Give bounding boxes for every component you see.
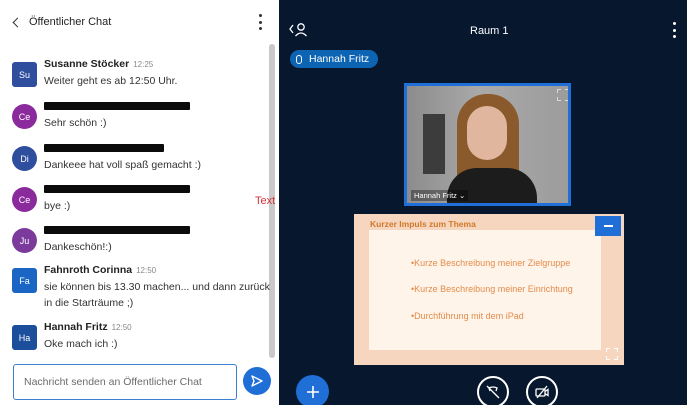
message-text: Oke mach ich :) (44, 338, 118, 350)
slide-bullet: •Kurze Beschreibung meiner Einrichtung (411, 284, 573, 294)
plus-icon (306, 385, 319, 398)
message-text: Dankeschön!:) (44, 241, 112, 253)
slide-content: •Kurze Beschreibung meiner Zielgruppe •K… (369, 230, 601, 350)
chat-header: Öffentlicher Chat (0, 0, 279, 44)
expand-icon[interactable] (557, 89, 568, 101)
send-button[interactable] (243, 367, 271, 395)
chevron-left-icon (12, 17, 23, 27)
talking-name: Hannah Fritz (309, 53, 370, 65)
redacted-author (44, 226, 190, 234)
video-person-face (467, 106, 507, 160)
chat-message: Ha Hannah Fritz 12:50 Oke mach ich :) (0, 321, 268, 361)
expand-icon[interactable] (606, 348, 618, 360)
annotation-text: Text (255, 195, 276, 207)
message-author: Fahnroth Corinna 12:50 (44, 264, 157, 276)
microphone-icon (296, 54, 302, 64)
avatar: Ha (12, 325, 37, 350)
minimize-presentation-button[interactable] (595, 216, 621, 236)
avatar: Ju (12, 228, 37, 253)
chat-panel: Öffentlicher Chat Su Susanne Stöcker 12:2… (0, 0, 279, 405)
camera-button[interactable] (526, 376, 558, 405)
actions-plus-button[interactable] (296, 375, 329, 405)
minimize-icon (603, 225, 613, 227)
meeting-area: Raum 1 Hannah Fritz Hannah Fritz ⌄ •Kurz… (279, 0, 687, 405)
redacted-author (44, 185, 190, 193)
message-text: sie können bis 13.30 machen... und dann … (44, 281, 270, 309)
slide-bullet: •Kurze Beschreibung meiner Zielgruppe (411, 258, 571, 268)
message-time: 12:50 (136, 266, 157, 275)
webcam-video[interactable]: Hannah Fritz ⌄ (404, 83, 571, 206)
avatar: Di (12, 146, 37, 171)
message-time: 12:25 (133, 60, 154, 69)
chat-message: Fa Fahnroth Corinna 12:50 sie können bis … (0, 264, 270, 316)
message-text: Weiter geht es ab 12:50 Uhr. (44, 75, 178, 87)
redacted-author (44, 144, 164, 152)
camera-off-icon (535, 385, 549, 399)
chat-message: Ju Dankeschön!:) (0, 224, 268, 264)
user-icon (289, 23, 307, 37)
chat-message: Su Susanne Stöcker 12:25 Weiter geht es a… (0, 58, 268, 98)
message-author: Susanne Stöcker 12:25 (44, 58, 154, 70)
avatar: Ce (12, 104, 37, 129)
mute-icon (486, 385, 500, 399)
chat-options-kebab-icon[interactable] (256, 14, 264, 30)
meeting-options-kebab-icon[interactable] (671, 22, 677, 38)
message-author: Hannah Fritz 12:50 (44, 321, 132, 333)
avatar: Ce (12, 187, 37, 212)
message-text: Dankeee hat voll spaß gemacht :) (44, 159, 201, 171)
message-text: bye :) (44, 200, 71, 212)
avatar: Fa (12, 268, 37, 293)
message-text: Sehr schön :) (44, 117, 107, 129)
chat-message-input[interactable] (13, 364, 237, 400)
video-user-label: Hannah Fritz ⌄ (411, 190, 469, 201)
users-toggle-button[interactable] (289, 21, 309, 42)
presentation-slide[interactable]: •Kurze Beschreibung meiner Zielgruppe •K… (354, 214, 624, 365)
chat-message: Ce Sehr schön :) (0, 100, 268, 140)
chat-back-button[interactable]: Öffentlicher Chat (12, 16, 112, 28)
video-door (423, 114, 445, 174)
talking-indicator: Hannah Fritz (290, 50, 379, 68)
send-icon (251, 375, 263, 387)
redacted-author (44, 102, 190, 110)
chat-message: Ce bye :) (0, 183, 268, 223)
avatar: Su (12, 62, 37, 87)
bbb-room-view: Öffentlicher Chat Su Susanne Stöcker 12:2… (0, 0, 687, 405)
chat-message: Di Dankeee hat voll spaß gemacht :) (0, 142, 268, 182)
chat-title: Öffentlicher Chat (29, 16, 112, 28)
mute-button[interactable] (477, 376, 509, 405)
room-title: Raum 1 (470, 25, 509, 37)
slide-bullet: •Durchführung mit dem iPad (411, 311, 524, 321)
message-time: 12:50 (111, 323, 132, 332)
slide-title: Kurzer Impuls zum Thema (370, 219, 476, 229)
